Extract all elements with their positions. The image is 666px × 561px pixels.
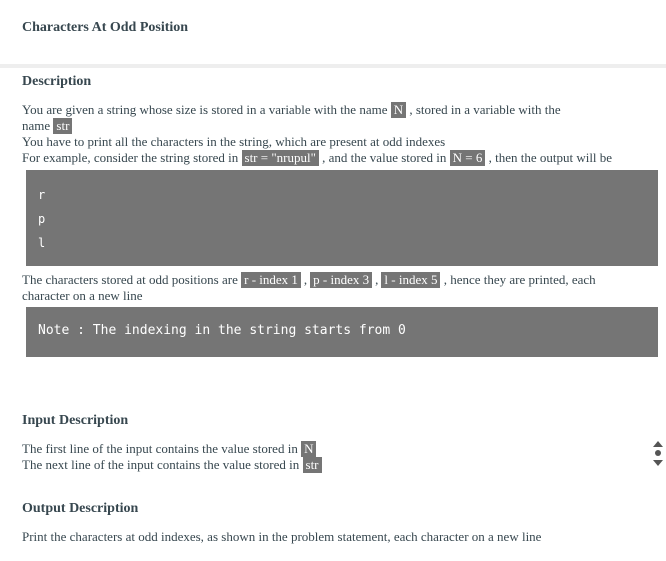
code-chip: p - index 3 (310, 272, 373, 288)
input-heading: Input Description (22, 413, 129, 428)
description-heading: Description (22, 74, 92, 89)
input-line-2: The next line of the input contains the … (22, 457, 322, 473)
title-bar: Characters At Odd Position (0, 0, 666, 68)
output-line-1: Print the characters at odd indexes, as … (22, 529, 542, 544)
example-output-line: r (38, 188, 46, 202)
description-line-3: You have to print all the characters in … (22, 134, 446, 149)
example-output-block: r p l (26, 170, 658, 266)
page-title: Characters At Odd Position (22, 20, 189, 35)
code-chip: str (302, 457, 322, 473)
scroll-dot-icon (655, 450, 661, 456)
description-text: , hence they are printed, each (443, 272, 596, 287)
example-output-line: l (38, 236, 46, 250)
code-chip: r - index 1 (241, 272, 301, 288)
example-output-line: p (38, 212, 46, 226)
code-chip: N (301, 441, 317, 457)
output-heading: Output Description (22, 501, 139, 516)
scroll-up-arrow-icon[interactable] (653, 441, 663, 447)
note-text: Note : The indexing in the string starts… (38, 323, 406, 338)
problem-page: Characters At Odd Position Description Y… (0, 0, 666, 561)
input-text: The next line of the input contains the … (22, 457, 300, 472)
code-chip: str (53, 118, 73, 134)
code-chip: N (390, 102, 407, 118)
description-text: name (22, 118, 51, 133)
description-text: You are given a string whose size is sto… (22, 102, 388, 117)
description-line-1: You are given a string whose size is sto… (22, 102, 561, 118)
input-text: The first line of the input contains the… (22, 441, 298, 456)
code-chip: l - index 5 (381, 272, 441, 288)
note-block: Note : The indexing in the string starts… (26, 307, 658, 357)
scroll-down-arrow-icon[interactable] (653, 460, 663, 466)
description-text: , then the output will be (488, 150, 613, 165)
input-line-1: The first line of the input contains the… (22, 441, 317, 457)
description-line-5: The characters stored at odd positions a… (22, 272, 596, 288)
description-text: , and the value stored in (322, 150, 447, 165)
description-text: For example, consider the string stored … (22, 150, 239, 165)
description-line-2: name str (22, 118, 73, 134)
description-line-4: For example, consider the string stored … (22, 150, 612, 166)
code-chip: N = 6 (449, 150, 486, 166)
description-line-6: character on a new line (22, 288, 143, 303)
description-text: , stored in a variable with the (409, 102, 561, 117)
code-chip: str = "nrupul" (241, 150, 319, 166)
scroll-updown-icon[interactable] (652, 440, 664, 468)
description-text: The characters stored at odd positions a… (22, 272, 238, 287)
